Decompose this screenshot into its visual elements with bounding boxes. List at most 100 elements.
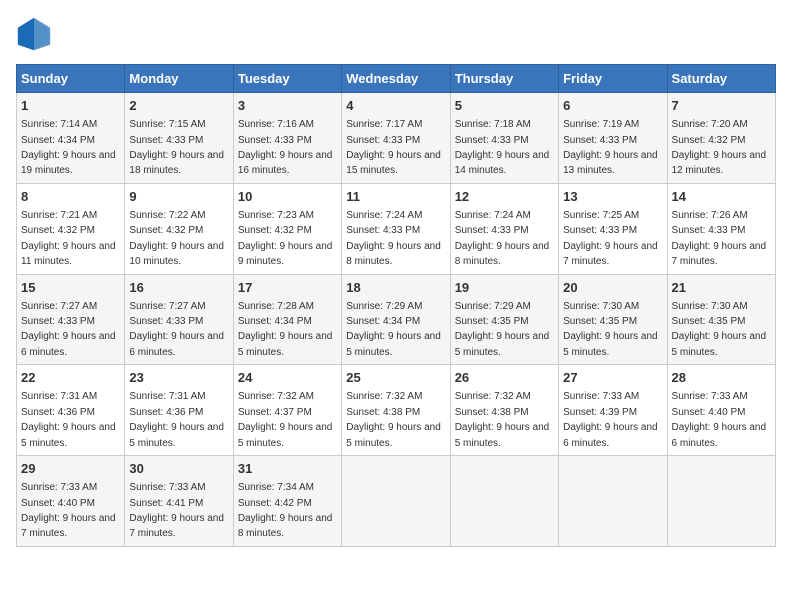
day-number: 14	[672, 188, 771, 206]
calendar-cell: 2 Sunrise: 7:15 AMSunset: 4:33 PMDayligh…	[125, 93, 233, 184]
calendar-week-5: 29 Sunrise: 7:33 AMSunset: 4:40 PMDaylig…	[17, 456, 776, 547]
calendar-cell: 8 Sunrise: 7:21 AMSunset: 4:32 PMDayligh…	[17, 183, 125, 274]
calendar-cell: 4 Sunrise: 7:17 AMSunset: 4:33 PMDayligh…	[342, 93, 450, 184]
day-number: 27	[563, 369, 662, 387]
calendar-cell: 14 Sunrise: 7:26 AMSunset: 4:33 PMDaylig…	[667, 183, 775, 274]
day-info: Sunrise: 7:17 AMSunset: 4:33 PMDaylight:…	[346, 119, 441, 176]
day-info: Sunrise: 7:29 AMSunset: 4:34 PMDaylight:…	[346, 301, 441, 358]
day-info: Sunrise: 7:32 AMSunset: 4:38 PMDaylight:…	[346, 391, 441, 448]
day-number: 9	[129, 188, 228, 206]
day-number: 31	[238, 460, 337, 478]
calendar-cell: 23 Sunrise: 7:31 AMSunset: 4:36 PMDaylig…	[125, 365, 233, 456]
calendar-table: SundayMondayTuesdayWednesdayThursdayFrid…	[16, 64, 776, 547]
day-info: Sunrise: 7:30 AMSunset: 4:35 PMDaylight:…	[563, 301, 658, 358]
column-header-wednesday: Wednesday	[342, 65, 450, 93]
calendar-cell: 1 Sunrise: 7:14 AMSunset: 4:34 PMDayligh…	[17, 93, 125, 184]
day-number: 26	[455, 369, 554, 387]
calendar-week-3: 15 Sunrise: 7:27 AMSunset: 4:33 PMDaylig…	[17, 274, 776, 365]
day-info: Sunrise: 7:19 AMSunset: 4:33 PMDaylight:…	[563, 119, 658, 176]
day-number: 7	[672, 97, 771, 115]
calendar-cell: 13 Sunrise: 7:25 AMSunset: 4:33 PMDaylig…	[559, 183, 667, 274]
day-info: Sunrise: 7:14 AMSunset: 4:34 PMDaylight:…	[21, 119, 116, 176]
column-header-friday: Friday	[559, 65, 667, 93]
day-number: 15	[21, 279, 120, 297]
calendar-cell: 20 Sunrise: 7:30 AMSunset: 4:35 PMDaylig…	[559, 274, 667, 365]
day-number: 3	[238, 97, 337, 115]
calendar-cell: 3 Sunrise: 7:16 AMSunset: 4:33 PMDayligh…	[233, 93, 341, 184]
calendar-cell: 30 Sunrise: 7:33 AMSunset: 4:41 PMDaylig…	[125, 456, 233, 547]
day-info: Sunrise: 7:27 AMSunset: 4:33 PMDaylight:…	[129, 301, 224, 358]
calendar-cell: 5 Sunrise: 7:18 AMSunset: 4:33 PMDayligh…	[450, 93, 558, 184]
day-number: 4	[346, 97, 445, 115]
calendar-cell: 18 Sunrise: 7:29 AMSunset: 4:34 PMDaylig…	[342, 274, 450, 365]
day-info: Sunrise: 7:21 AMSunset: 4:32 PMDaylight:…	[21, 210, 116, 267]
calendar-cell: 15 Sunrise: 7:27 AMSunset: 4:33 PMDaylig…	[17, 274, 125, 365]
calendar-cell: 25 Sunrise: 7:32 AMSunset: 4:38 PMDaylig…	[342, 365, 450, 456]
calendar-cell	[450, 456, 558, 547]
calendar-cell: 26 Sunrise: 7:32 AMSunset: 4:38 PMDaylig…	[450, 365, 558, 456]
day-info: Sunrise: 7:31 AMSunset: 4:36 PMDaylight:…	[129, 391, 224, 448]
day-info: Sunrise: 7:24 AMSunset: 4:33 PMDaylight:…	[346, 210, 441, 267]
day-number: 5	[455, 97, 554, 115]
calendar-cell: 28 Sunrise: 7:33 AMSunset: 4:40 PMDaylig…	[667, 365, 775, 456]
header-row: SundayMondayTuesdayWednesdayThursdayFrid…	[17, 65, 776, 93]
day-number: 6	[563, 97, 662, 115]
logo	[16, 16, 56, 52]
day-number: 25	[346, 369, 445, 387]
calendar-cell: 27 Sunrise: 7:33 AMSunset: 4:39 PMDaylig…	[559, 365, 667, 456]
day-info: Sunrise: 7:32 AMSunset: 4:38 PMDaylight:…	[455, 391, 550, 448]
day-info: Sunrise: 7:26 AMSunset: 4:33 PMDaylight:…	[672, 210, 767, 267]
day-number: 11	[346, 188, 445, 206]
logo-icon	[16, 16, 52, 52]
calendar-cell: 19 Sunrise: 7:29 AMSunset: 4:35 PMDaylig…	[450, 274, 558, 365]
day-number: 13	[563, 188, 662, 206]
day-number: 29	[21, 460, 120, 478]
calendar-cell: 24 Sunrise: 7:32 AMSunset: 4:37 PMDaylig…	[233, 365, 341, 456]
calendar-cell: 9 Sunrise: 7:22 AMSunset: 4:32 PMDayligh…	[125, 183, 233, 274]
day-info: Sunrise: 7:32 AMSunset: 4:37 PMDaylight:…	[238, 391, 333, 448]
day-number: 28	[672, 369, 771, 387]
day-number: 18	[346, 279, 445, 297]
calendar-cell: 6 Sunrise: 7:19 AMSunset: 4:33 PMDayligh…	[559, 93, 667, 184]
day-info: Sunrise: 7:27 AMSunset: 4:33 PMDaylight:…	[21, 301, 116, 358]
day-info: Sunrise: 7:15 AMSunset: 4:33 PMDaylight:…	[129, 119, 224, 176]
day-info: Sunrise: 7:34 AMSunset: 4:42 PMDaylight:…	[238, 482, 333, 539]
day-info: Sunrise: 7:24 AMSunset: 4:33 PMDaylight:…	[455, 210, 550, 267]
calendar-week-4: 22 Sunrise: 7:31 AMSunset: 4:36 PMDaylig…	[17, 365, 776, 456]
day-info: Sunrise: 7:23 AMSunset: 4:32 PMDaylight:…	[238, 210, 333, 267]
calendar-cell: 17 Sunrise: 7:28 AMSunset: 4:34 PMDaylig…	[233, 274, 341, 365]
day-number: 16	[129, 279, 228, 297]
day-number: 24	[238, 369, 337, 387]
day-info: Sunrise: 7:22 AMSunset: 4:32 PMDaylight:…	[129, 210, 224, 267]
calendar-header: SundayMondayTuesdayWednesdayThursdayFrid…	[17, 65, 776, 93]
day-info: Sunrise: 7:33 AMSunset: 4:41 PMDaylight:…	[129, 482, 224, 539]
day-number: 1	[21, 97, 120, 115]
calendar-cell: 7 Sunrise: 7:20 AMSunset: 4:32 PMDayligh…	[667, 93, 775, 184]
day-number: 8	[21, 188, 120, 206]
calendar-body: 1 Sunrise: 7:14 AMSunset: 4:34 PMDayligh…	[17, 93, 776, 547]
calendar-cell	[342, 456, 450, 547]
calendar-cell: 11 Sunrise: 7:24 AMSunset: 4:33 PMDaylig…	[342, 183, 450, 274]
day-number: 19	[455, 279, 554, 297]
day-number: 21	[672, 279, 771, 297]
calendar-cell	[559, 456, 667, 547]
column-header-monday: Monday	[125, 65, 233, 93]
day-number: 30	[129, 460, 228, 478]
day-info: Sunrise: 7:25 AMSunset: 4:33 PMDaylight:…	[563, 210, 658, 267]
day-info: Sunrise: 7:33 AMSunset: 4:39 PMDaylight:…	[563, 391, 658, 448]
day-info: Sunrise: 7:30 AMSunset: 4:35 PMDaylight:…	[672, 301, 767, 358]
day-info: Sunrise: 7:31 AMSunset: 4:36 PMDaylight:…	[21, 391, 116, 448]
calendar-cell: 10 Sunrise: 7:23 AMSunset: 4:32 PMDaylig…	[233, 183, 341, 274]
day-number: 12	[455, 188, 554, 206]
calendar-cell: 29 Sunrise: 7:33 AMSunset: 4:40 PMDaylig…	[17, 456, 125, 547]
day-number: 22	[21, 369, 120, 387]
calendar-cell: 16 Sunrise: 7:27 AMSunset: 4:33 PMDaylig…	[125, 274, 233, 365]
day-info: Sunrise: 7:16 AMSunset: 4:33 PMDaylight:…	[238, 119, 333, 176]
calendar-cell: 12 Sunrise: 7:24 AMSunset: 4:33 PMDaylig…	[450, 183, 558, 274]
column-header-tuesday: Tuesday	[233, 65, 341, 93]
column-header-sunday: Sunday	[17, 65, 125, 93]
calendar-week-1: 1 Sunrise: 7:14 AMSunset: 4:34 PMDayligh…	[17, 93, 776, 184]
day-number: 23	[129, 369, 228, 387]
day-info: Sunrise: 7:29 AMSunset: 4:35 PMDaylight:…	[455, 301, 550, 358]
day-info: Sunrise: 7:18 AMSunset: 4:33 PMDaylight:…	[455, 119, 550, 176]
